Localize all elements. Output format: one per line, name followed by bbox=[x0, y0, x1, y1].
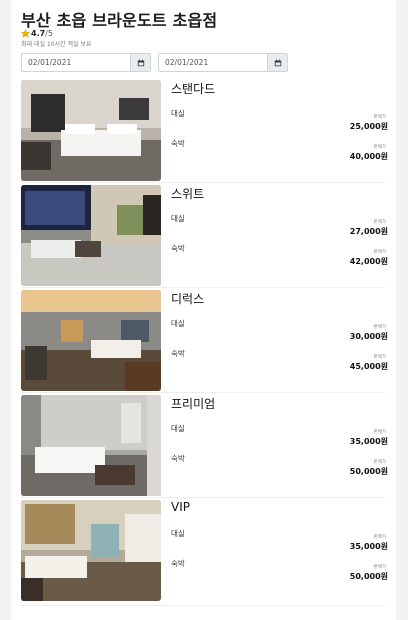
plan-label: 대실 bbox=[171, 109, 185, 118]
checkin-calendar-button[interactable] bbox=[130, 53, 151, 72]
divider bbox=[21, 392, 385, 393]
room-name: 스위트 bbox=[171, 187, 205, 201]
room-photo[interactable] bbox=[21, 395, 161, 496]
checkout-calendar-button[interactable] bbox=[267, 53, 288, 72]
price-tag: 판매가 bbox=[373, 250, 386, 255]
plan-label: 숙박 bbox=[171, 559, 185, 568]
room-image bbox=[21, 290, 161, 391]
room-image bbox=[21, 395, 161, 496]
rating-max: /5 bbox=[45, 28, 53, 38]
plan-overnight[interactable]: 숙박 판매가 40,000원 bbox=[171, 138, 389, 168]
divider bbox=[21, 605, 385, 606]
checkout-date-input[interactable]: 02/01/2021 bbox=[158, 53, 267, 72]
checkin-date-picker: 02/01/2021 bbox=[21, 53, 151, 72]
calendar-icon bbox=[274, 58, 281, 66]
room-name: VIP bbox=[171, 500, 190, 514]
price-tag: 판매가 bbox=[373, 565, 386, 570]
room-image bbox=[21, 80, 161, 181]
price-tag: 판매가 bbox=[373, 220, 386, 225]
room-image bbox=[21, 185, 161, 286]
price-tag: 판매가 bbox=[373, 460, 386, 465]
checkin-date-input[interactable]: 02/01/2021 bbox=[21, 53, 130, 72]
calendar-icon bbox=[137, 58, 144, 66]
plan-daytime[interactable]: 대실 판매가 35,000원 bbox=[171, 423, 389, 453]
star-icon bbox=[21, 28, 30, 38]
price-tag: 판매가 bbox=[373, 430, 386, 435]
plan-price: 50,000원 bbox=[349, 572, 388, 581]
plan-label: 대실 bbox=[171, 424, 185, 433]
plan-label: 대실 bbox=[171, 319, 185, 328]
price-tag: 판매가 bbox=[373, 115, 386, 120]
price-tag: 판매가 bbox=[373, 145, 386, 150]
plan-price: 35,000원 bbox=[349, 542, 388, 551]
room-photo[interactable] bbox=[21, 80, 161, 181]
plan-price: 45,000원 bbox=[349, 362, 388, 371]
room-card[interactable]: 스탠다드 대실 판매가 25,000원 숙박 판매가 40,000원 bbox=[21, 80, 389, 181]
plan-price: 50,000원 bbox=[349, 467, 388, 476]
checkout-date-picker: 02/01/2021 bbox=[158, 53, 288, 72]
plan-daytime[interactable]: 대실 판매가 35,000원 bbox=[171, 528, 389, 558]
price-tag: 판매가 bbox=[373, 535, 386, 540]
room-name: 프리미엄 bbox=[171, 397, 216, 411]
plan-overnight[interactable]: 숙박 판매가 50,000원 bbox=[171, 558, 389, 588]
plan-overnight[interactable]: 숙박 판매가 50,000원 bbox=[171, 453, 389, 483]
room-name: 디럭스 bbox=[171, 292, 205, 306]
plan-overnight[interactable]: 숙박 판매가 45,000원 bbox=[171, 348, 389, 378]
plan-label: 숙박 bbox=[171, 244, 185, 253]
plan-daytime[interactable]: 대실 판매가 30,000원 bbox=[171, 318, 389, 348]
room-card[interactable]: 스위트 대실 판매가 27,000원 숙박 판매가 42,000원 bbox=[21, 185, 389, 286]
page-content: 부산 초읍 브라운도트 초읍점 4.7 /5 최대 대실 10시간 객실 보유 … bbox=[11, 0, 396, 620]
plan-label: 숙박 bbox=[171, 139, 185, 148]
price-tag: 판매가 bbox=[373, 355, 386, 360]
plan-price: 42,000원 bbox=[349, 257, 388, 266]
room-photo[interactable] bbox=[21, 290, 161, 391]
price-tag: 판매가 bbox=[373, 325, 386, 330]
plan-price: 40,000원 bbox=[349, 152, 388, 161]
divider bbox=[21, 287, 385, 288]
plan-price: 25,000원 bbox=[349, 122, 388, 131]
plan-daytime[interactable]: 대실 판매가 25,000원 bbox=[171, 108, 389, 138]
plan-label: 숙박 bbox=[171, 349, 185, 358]
plan-overnight[interactable]: 숙박 판매가 42,000원 bbox=[171, 243, 389, 273]
room-card[interactable]: 디럭스 대실 판매가 30,000원 숙박 판매가 45,000원 bbox=[21, 290, 389, 391]
room-name: 스탠다드 bbox=[171, 82, 216, 96]
plan-label: 대실 bbox=[171, 214, 185, 223]
divider bbox=[21, 182, 385, 183]
room-photo[interactable] bbox=[21, 500, 161, 601]
policy-note: 최대 대실 10시간 객실 보유 bbox=[21, 41, 92, 48]
plan-label: 숙박 bbox=[171, 454, 185, 463]
divider bbox=[21, 497, 385, 498]
room-image bbox=[21, 500, 161, 601]
room-photo[interactable] bbox=[21, 185, 161, 286]
plan-label: 대실 bbox=[171, 529, 185, 538]
rating: 4.7 /5 bbox=[21, 28, 53, 38]
plan-price: 30,000원 bbox=[349, 332, 388, 341]
plan-daytime[interactable]: 대실 판매가 27,000원 bbox=[171, 213, 389, 243]
room-card[interactable]: 프리미엄 대실 판매가 35,000원 숙박 판매가 50,000원 bbox=[21, 395, 389, 496]
plan-price: 35,000원 bbox=[349, 437, 388, 446]
rating-value: 4.7 bbox=[31, 28, 46, 38]
room-card[interactable]: VIP 대실 판매가 35,000원 숙박 판매가 50,000원 bbox=[21, 500, 389, 601]
plan-price: 27,000원 bbox=[349, 227, 388, 236]
